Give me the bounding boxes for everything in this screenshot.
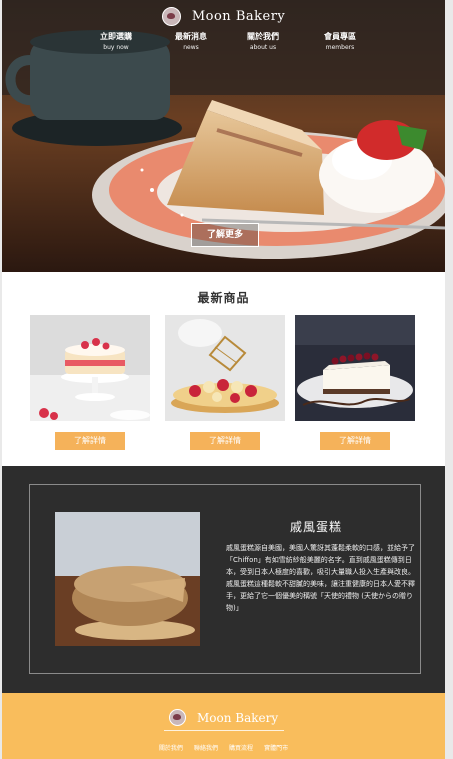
feature-description: 戚風蛋糕源自美國，美國人驚訝其蓬鬆柔軟的口感，並給予了「Chiffon」有如雪紡… [226,542,416,614]
nav-item-label: 關於我們 [247,32,279,41]
chiffon-cake-image [55,512,200,646]
feature-paragraph: 戚風蛋糕這種鬆軟不甜膩的美味，讓注重健康的日本人愛不釋手，更給了它一個優美的稱號… [226,580,415,612]
nav-item-news[interactable]: 最新消息 news [156,31,226,53]
nav-item-sublabel: buy now [103,44,129,51]
nav-item-label: 最新消息 [175,32,207,41]
nav-item-label: 立即選購 [100,32,132,41]
footer: Moon Bakery 關於我們 聯絡我們 購買流程 實體門市 [2,693,445,759]
nav-item-about-us[interactable]: 關於我們 about us [228,31,298,53]
feature-section: 戚風蛋糕 戚風蛋糕源自美國，美國人驚訝其蓬鬆柔軟的口感，並給予了「Chiffon… [2,466,445,693]
nav-item-sublabel: about us [249,44,277,51]
brand-logo-icon [161,7,181,26]
learn-more-button[interactable]: 了解更多 [191,223,259,247]
footer-brand-name: Moon Bakery [196,710,279,725]
nav-item-sublabel: members [325,44,355,51]
feature-paragraph: 戚風蛋糕源自美國，美國人驚訝其蓬鬆柔軟的口感，並給予了「Chiffon」有如雪紡… [226,544,415,576]
product-detail-button[interactable]: 了解詳情 [320,432,390,450]
footer-link-contact[interactable]: 聯絡我們 [194,745,218,752]
product-image[interactable] [295,315,415,421]
footer-links: 關於我們 聯絡我們 購買流程 實體門市 [2,735,445,754]
header-brand[interactable]: Moon Bakery [2,6,445,26]
product-image[interactable] [165,315,285,421]
products-section-title: 最新商品 [197,291,250,305]
nav-item-label: 會員專區 [324,32,356,41]
footer-link-stores[interactable]: 實體門市 [264,745,288,752]
brand-name: Moon Bakery [191,9,286,24]
footer-divider [164,730,284,731]
footer-brand[interactable]: Moon Bakery [2,707,445,726]
hero-banner: Moon Bakery 立即選購 buy now 最新消息 news 關於我們 … [2,0,445,272]
nav-item-sublabel: news [183,44,199,51]
page: Moon Bakery 立即選購 buy now 最新消息 news 關於我們 … [2,0,445,759]
product-detail-button[interactable]: 了解詳情 [55,432,125,450]
feature-title: 戚風蛋糕 [289,520,342,534]
product-detail-button[interactable]: 了解詳情 [190,432,260,450]
nav-item-members[interactable]: 會員專區 members [305,31,375,53]
product-image[interactable] [30,315,150,421]
footer-link-purchase-process[interactable]: 購買流程 [229,745,253,752]
brand-logo-icon [168,709,186,726]
footer-link-about[interactable]: 關於我們 [159,745,183,752]
nav-item-buy-now[interactable]: 立即選購 buy now [81,31,151,53]
